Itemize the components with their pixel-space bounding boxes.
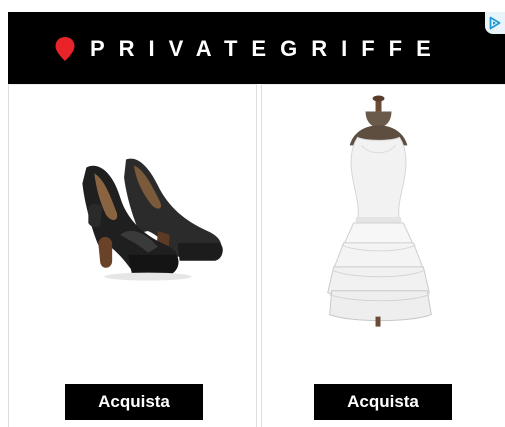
adchoices-icon: [489, 16, 501, 30]
map-pin-icon: [55, 37, 75, 61]
product-card[interactable]: Acquista: [261, 84, 505, 427]
brand-header[interactable]: PRIVATEGRIFFE: [8, 12, 505, 84]
buy-button[interactable]: Acquista: [65, 384, 203, 420]
shoes-image[interactable]: [9, 85, 256, 365]
ad-banner[interactable]: PRIVATEGRIFFE Acquista Acquista: [0, 0, 505, 427]
product-card[interactable]: Acquista: [8, 84, 257, 427]
brand-name: PRIVATEGRIFFE: [90, 36, 445, 61]
buy-button[interactable]: Acquista: [314, 384, 452, 420]
product-grid: Acquista Acquista: [8, 84, 505, 427]
adchoices-button[interactable]: [485, 12, 505, 34]
brand-logo[interactable]: PRIVATEGRIFFE: [54, 36, 445, 62]
dress-image[interactable]: [262, 85, 505, 365]
